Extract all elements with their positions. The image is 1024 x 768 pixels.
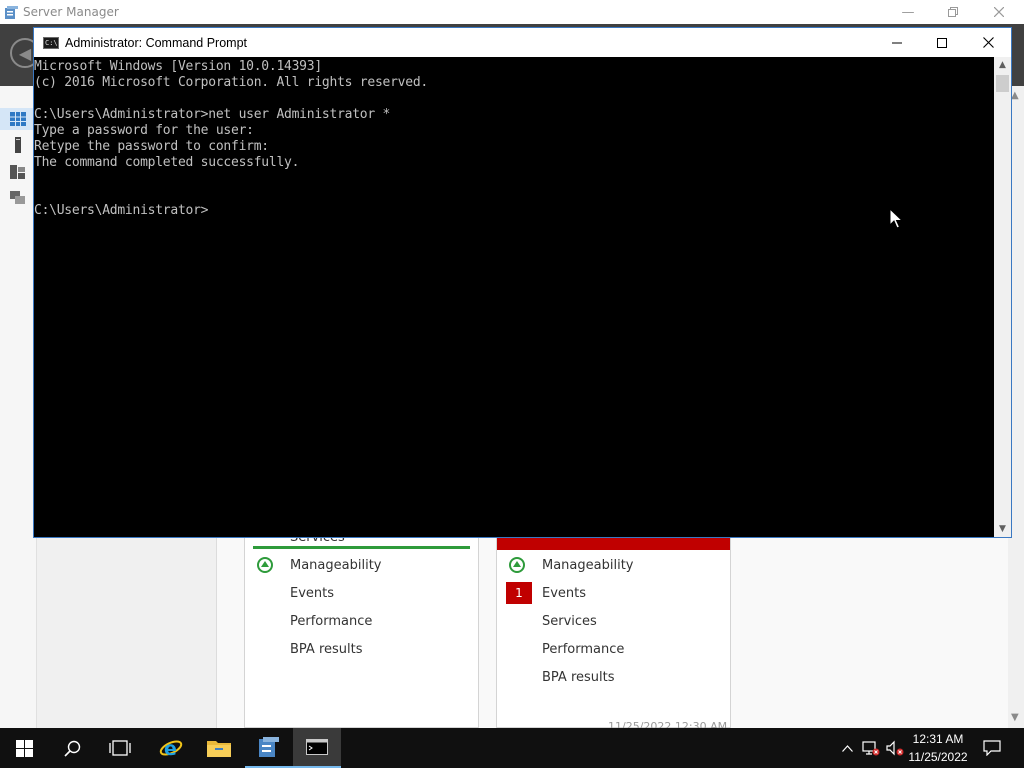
cmd-scrollbar[interactable]: ▲ ▼ (994, 57, 1011, 537)
row-label: Manageability (542, 557, 634, 573)
command-prompt-taskbar-button[interactable] (293, 728, 341, 768)
action-center-button[interactable] (980, 728, 1004, 768)
cmd-title: Administrator: Command Prompt (65, 35, 248, 50)
row-label: Services (542, 613, 597, 629)
restore-icon (948, 7, 958, 17)
server-tile-1: Services Manageability Events Performanc… (244, 530, 480, 728)
tile-status-bar (253, 546, 470, 549)
dashboard-icon (10, 112, 26, 126)
show-hidden-icons-button[interactable] (838, 728, 856, 768)
tile-row-events[interactable]: 1 Events (497, 581, 732, 605)
svg-text:e: e (164, 738, 177, 760)
timestamp-clip: 11/25/2022 12:30 AM (497, 720, 730, 728)
console-line: C:\Users\Administrator>net user Administ… (34, 107, 391, 122)
taskbar-clock[interactable]: 12:31 AM 11/25/2022 (902, 728, 974, 768)
close-icon (982, 37, 994, 48)
sidebar-item-file-storage[interactable] (0, 186, 36, 208)
row-label: BPA results (290, 641, 363, 657)
command-prompt-window[interactable]: C:\ Administrator: Command Prompt Micros… (33, 27, 1012, 538)
chevron-up-icon (841, 744, 853, 752)
task-view-icon (109, 740, 131, 756)
row-label: Events (290, 585, 335, 601)
row-label: Events (542, 585, 587, 601)
task-view-button[interactable] (96, 728, 144, 768)
server-manager-sidebar (0, 86, 37, 728)
tile-row-performance[interactable]: Performance (245, 609, 480, 633)
taskbar: e (0, 728, 1024, 768)
search-button[interactable] (48, 728, 96, 768)
clock-time: 12:31 AM (912, 732, 964, 746)
sidebar-item-all-servers[interactable] (0, 160, 36, 182)
console-line: C:\Users\Administrator> (34, 203, 209, 218)
console-line: Type a password for the user: (34, 123, 254, 138)
network-status-button[interactable] (860, 728, 882, 768)
tile-row-manageability[interactable]: Manageability (497, 553, 732, 577)
cmd-maximize-button[interactable] (919, 28, 965, 57)
tile-row-services[interactable]: Services (497, 609, 732, 633)
row-label: Performance (290, 613, 373, 629)
file-storage-icon (10, 191, 25, 204)
minimize-icon (892, 42, 902, 43)
server-manager-titlebar: Server Manager — (0, 0, 1024, 24)
sidebar-item-local-server[interactable] (0, 134, 36, 156)
cmd-console-output[interactable]: Microsoft Windows [Version 10.0.14393] (c… (34, 57, 994, 537)
close-icon (994, 7, 1004, 17)
row-label: Performance (542, 641, 625, 657)
scrollbar-thumb[interactable] (996, 75, 1009, 92)
cmd-titlebar[interactable]: C:\ Administrator: Command Prompt (34, 28, 1011, 57)
server-manager-app-icon (5, 5, 18, 19)
cmd-icon (306, 739, 328, 755)
back-arrow-icon: ◀ (18, 43, 32, 63)
internet-explorer-icon: e (159, 738, 183, 760)
server-tile-2: Manageability 1 Events Services Performa… (496, 538, 731, 728)
local-server-icon (15, 137, 21, 153)
search-icon (63, 740, 80, 757)
file-explorer-button[interactable] (195, 728, 243, 768)
tile-row-events[interactable]: Events (245, 581, 480, 605)
sidebar-item-dashboard[interactable] (0, 108, 36, 130)
restore-button[interactable] (930, 0, 976, 24)
maximize-icon (937, 37, 947, 48)
tile-row-bpa-results[interactable]: BPA results (245, 637, 480, 661)
tile-row-performance[interactable]: Performance (497, 637, 732, 661)
scroll-up-icon[interactable]: ▲ (994, 57, 1011, 73)
folder-icon (207, 741, 231, 757)
tile-row-manageability[interactable]: Manageability (245, 553, 480, 577)
clock-date: 11/25/2022 (908, 750, 968, 764)
minimize-button[interactable]: — (885, 0, 931, 24)
scroll-down-icon: ▼ (1011, 712, 1019, 723)
row-label: Manageability (290, 557, 382, 573)
close-button[interactable] (976, 0, 1022, 24)
windows-logo-icon (15, 739, 33, 757)
server-manager-title: Server Manager (23, 5, 119, 19)
console-line: Microsoft Windows [Version 10.0.14393] (34, 59, 322, 74)
server-manager-icon (259, 737, 279, 757)
status-ok-icon (509, 557, 525, 573)
console-line: Retype the password to confirm: (34, 139, 269, 154)
events-count-badge: 1 (506, 582, 532, 604)
internet-explorer-button[interactable]: e (147, 728, 195, 768)
network-disconnected-icon (862, 741, 880, 756)
mouse-cursor-icon (889, 208, 903, 229)
notification-icon (983, 740, 1001, 756)
console-line: The command completed successfully. (34, 155, 300, 170)
tile-timestamp: 11/25/2022 12:30 AM (608, 720, 728, 728)
scroll-down-icon[interactable]: ▼ (994, 521, 1011, 537)
scroll-up-icon: ▲ (1011, 90, 1019, 101)
all-servers-icon (10, 165, 25, 179)
cmd-icon: C:\ (43, 36, 59, 49)
server-manager-taskbar-button[interactable] (245, 728, 293, 768)
tile-row-bpa-results[interactable]: BPA results (497, 665, 732, 689)
tile-status-bar (497, 538, 730, 550)
console-line: (c) 2016 Microsoft Corporation. All righ… (34, 75, 428, 90)
cmd-close-button[interactable] (965, 28, 1011, 57)
status-ok-icon (257, 557, 273, 573)
start-button[interactable] (0, 728, 48, 768)
cmd-minimize-button[interactable] (874, 28, 920, 57)
row-label: BPA results (542, 669, 615, 685)
